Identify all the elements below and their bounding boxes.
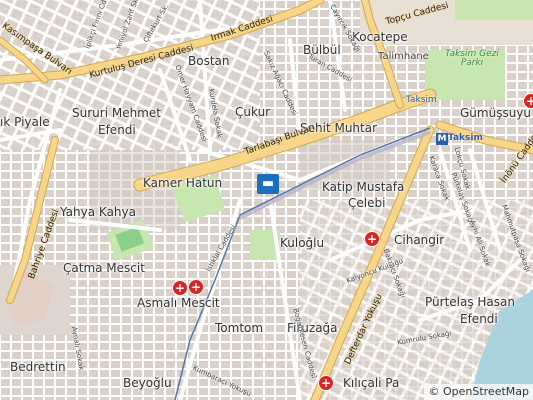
area-label-katip-mustafa: Katip Mustafa: [322, 180, 405, 194]
area-label-kamer-hatun: Kamer Hatun: [143, 176, 223, 190]
area-label-yahya-kahya: Yahya Kahya: [60, 205, 136, 219]
area-label-kocatepe: Kocatepe: [352, 30, 408, 44]
area-label-gumussuyu: Gümüşsuyu: [460, 106, 532, 120]
area-label-bedrettin: Bedrettin: [10, 360, 66, 374]
area-label-piyale: ık Piyale: [0, 115, 50, 129]
area-label-asmali-mescit: Asmalı Mescit: [137, 296, 220, 310]
bed-icon[interactable]: ▬: [257, 174, 279, 194]
area-label-purtelas-efendi: Efendi: [460, 312, 498, 326]
area-label-purtelas: Pürtelaş Hasan: [425, 295, 515, 309]
area-label-sururi: Sururi Mehmet: [72, 106, 161, 120]
hospital-cross-icon[interactable]: +: [319, 376, 333, 390]
area-label-cukur: Çukur: [235, 105, 271, 119]
hospital-cross-icon[interactable]: +: [524, 94, 533, 108]
area-label-kilicali: Kılıçali Pa: [343, 376, 400, 390]
area-label-beyoglu: Beyoğlu: [123, 376, 172, 390]
area-label-cihangir: Cihangir: [394, 233, 445, 247]
poi-label-taksim-square: Taksim: [448, 133, 483, 143]
map-view[interactable]: Bülbül Kocatepe Talimhane Bostan Çukur Ş…: [0, 0, 533, 400]
poi-label-taksim-metro: Taksim: [406, 95, 437, 105]
area-label-kuloglu: Kuloğlu: [280, 236, 325, 250]
hospital-cross-icon[interactable]: +: [173, 281, 187, 295]
hospital-cross-icon[interactable]: +: [365, 232, 379, 246]
area-label-sururi-efendi: Efendi: [98, 123, 136, 137]
hospital-cross-icon[interactable]: +: [189, 280, 203, 294]
map-attribution[interactable]: © OpenStreetMap: [424, 384, 533, 400]
area-label-celebi: Çelebi: [348, 196, 386, 210]
area-label-talimhane: Talimhane: [378, 51, 429, 62]
area-label-tomtom: Tomtom: [215, 321, 264, 335]
area-label-bostan: Bostan: [188, 54, 230, 68]
poi-label-gezi-park: Taksim Gezi Parkı: [445, 49, 499, 68]
area-label-catma-mescit: Çatma Mescit: [63, 261, 145, 275]
metro-m-icon[interactable]: M: [436, 133, 448, 145]
